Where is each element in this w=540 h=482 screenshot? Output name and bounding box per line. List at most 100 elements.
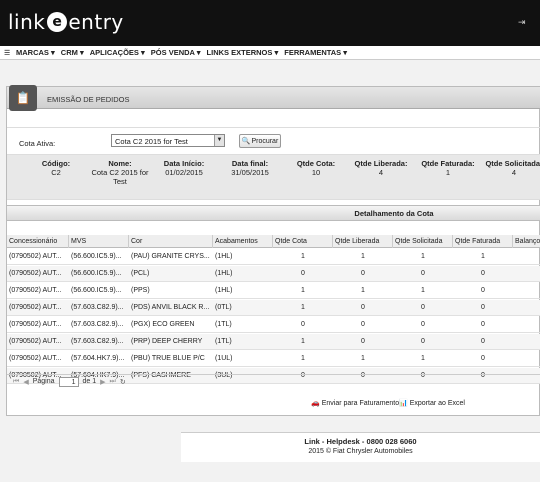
link-entry-logo[interactable]: link e entry <box>8 10 124 34</box>
table-cell: 0 <box>361 270 365 277</box>
table-cell: (1TL) <box>215 338 232 345</box>
last-page-icon[interactable]: ⏭ <box>110 378 116 386</box>
export-excel-button[interactable]: 📊 Exportar ao Excel <box>399 399 465 408</box>
grid-actions: 🚗 Enviar para Faturamento 📊 Exportar ao … <box>7 397 540 411</box>
menu-lines-icon: ☰ <box>4 48 11 57</box>
page-input[interactable]: 1 <box>58 376 79 387</box>
table-row[interactable]: (0790502) AUT... (56.600.IC5.9)... (PCL) (1… <box>7 266 540 282</box>
table-cell: (56.600.IC5.9)... <box>71 270 122 277</box>
col-acabamentos[interactable]: Acabamentos <box>213 235 273 248</box>
col-qtde-solicitada[interactable]: Qtde Solicitada <box>393 235 453 248</box>
table-cell: 1 <box>421 253 425 260</box>
col-qtde-faturada[interactable]: Qtde Faturada <box>453 235 513 248</box>
table-cell: (PCL) <box>131 270 150 277</box>
menu-item-aplicacoes[interactable]: APLICAÇÕES ▾ <box>90 48 145 57</box>
menu-item-marcas[interactable]: MARCAS ▾ <box>16 48 55 57</box>
table-cell: 0 <box>421 270 425 277</box>
orders-icon: 📋 <box>9 85 37 111</box>
chevron-down-icon[interactable]: ▼ <box>214 135 224 146</box>
cota-summary: Código: C2 Nome: Cota C2 2015 for Test Data… <box>7 154 540 200</box>
col-qtde-cota[interactable]: Qtde Cota <box>273 235 333 248</box>
summary-qtde-solicitada: Qtde Solicitada: 4 <box>485 159 540 177</box>
prev-page-icon[interactable]: ◀ <box>23 378 28 386</box>
car-icon: 🚗 <box>311 400 320 407</box>
excel-icon: 📊 <box>399 400 408 407</box>
refresh-icon[interactable]: ↻ <box>120 378 126 386</box>
table-cell: 1 <box>301 355 305 362</box>
menu-item-links-externos[interactable]: LINKS EXTERNOS ▾ <box>207 48 279 57</box>
filter-section: Cota Ativa: Cota C2 2015 for Test ▼ 🔍 Pr… <box>7 127 540 239</box>
table-cell: 1 <box>301 304 305 311</box>
logo-e-mark: e <box>47 12 68 32</box>
table-cell: 0 <box>361 338 365 345</box>
table-cell: 1 <box>301 287 305 294</box>
table-row[interactable]: (0790502) AUT... (56.600.IC5.9)... (PPS) (1… <box>7 283 540 299</box>
table-cell: (0TL) <box>215 304 232 311</box>
table-cell: 0 <box>481 355 485 362</box>
table-cell: (PPS) <box>131 287 150 294</box>
col-cor[interactable]: Cor <box>129 235 213 248</box>
table-cell: (PBU) TRUE BLUE P/C <box>131 355 205 362</box>
table-cell: 1 <box>361 253 365 260</box>
table-cell: (PRP) DEEP CHERRY <box>131 338 203 345</box>
table-row[interactable]: (0790502) AUT... (57.603.C82.9)... (PGX) E… <box>7 317 540 333</box>
orders-panel: 📋 EMISSÃO DE PEDIDOS Cota Ativa: Cota C2… <box>6 85 540 416</box>
table-cell: 1 <box>421 287 425 294</box>
menu-item-pos-venda[interactable]: PÓS VENDA ▾ <box>151 48 201 57</box>
table-cell: 0 <box>361 321 365 328</box>
table-cell: (57.603.C82.9)... <box>71 321 124 328</box>
table-cell: 1 <box>301 253 305 260</box>
table-cell: (57.603.C82.9)... <box>71 304 124 311</box>
summary-nome: Nome: Cota C2 2015 for Test <box>91 159 149 186</box>
table-cell: (0790502) AUT... <box>9 321 62 328</box>
top-bar: link e entry ⇥ <box>0 0 540 46</box>
table-cell: 1 <box>361 355 365 362</box>
grid-title: Detalhamento da Cota <box>7 205 540 221</box>
table-cell: (57.604.HK7.9)... <box>71 355 125 362</box>
table-row[interactable]: (0790502) AUT... (57.604.HK7.9)... (PBU) T… <box>7 351 540 367</box>
table-cell: 0 <box>421 321 425 328</box>
summary-codigo: Código: C2 <box>41 159 71 177</box>
summary-qtde-cota: Qtde Cota: 10 <box>296 159 336 177</box>
table-cell: (0790502) AUT... <box>9 270 62 277</box>
helpdesk-text: Link - Helpdesk - 0800 028 6060 <box>304 437 417 446</box>
table-row[interactable]: (0790502) AUT... (57.603.C82.9)... (PRP) D… <box>7 334 540 350</box>
table-cell: 0 <box>481 270 485 277</box>
cota-select[interactable]: Cota C2 2015 for Test ▼ <box>111 134 225 147</box>
summary-data-inicio: Data Início: 01/02/2015 <box>163 159 205 177</box>
table-cell: (1HL) <box>215 253 233 260</box>
next-page-icon[interactable]: ▶ <box>100 378 105 386</box>
panel-title: EMISSÃO DE PEDIDOS <box>47 95 130 104</box>
table-cell: (0790502) AUT... <box>9 287 62 294</box>
table-row[interactable]: (0790502) AUT... (57.603.C82.9)... (PDS) A… <box>7 300 540 316</box>
grid-header: Concessionário MVS Cor Acabamentos Qtde … <box>7 235 540 248</box>
first-page-icon[interactable]: ⏮ <box>13 378 19 386</box>
col-balanco[interactable]: Balanço <box>513 235 540 248</box>
table-cell: 0 <box>301 321 305 328</box>
send-billing-button[interactable]: 🚗 Enviar para Faturamento <box>311 399 399 408</box>
col-concessionario[interactable]: Concessionário <box>7 235 69 248</box>
table-cell: 1 <box>301 338 305 345</box>
page-of-label: de 1 <box>82 378 97 385</box>
table-cell: (PAU) GRANITE CRYS... <box>131 253 210 260</box>
search-button[interactable]: 🔍 Procurar <box>239 134 281 148</box>
col-mvs[interactable]: MVS <box>69 235 129 248</box>
main-menu: ☰ MARCAS ▾ CRM ▾ APLICAÇÕES ▾ PÓS VENDA … <box>0 46 540 60</box>
table-cell: (1UL) <box>215 355 233 362</box>
copyright-text: 2015 © Fiat Chrysler Automobiles <box>308 448 413 455</box>
table-cell: 0 <box>481 321 485 328</box>
summary-qtde-liberada: Qtde Liberada: 4 <box>354 159 408 177</box>
menu-item-ferramentas[interactable]: FERRAMENTAS ▾ <box>284 48 347 57</box>
col-qtde-liberada[interactable]: Qtde Liberada <box>333 235 393 248</box>
table-cell: (0790502) AUT... <box>9 355 62 362</box>
table-cell: (0790502) AUT... <box>9 304 62 311</box>
summary-data-final: Data final: 31/05/2015 <box>231 159 269 177</box>
table-cell: (56.600.IC5.9)... <box>71 253 122 260</box>
exit-icon[interactable]: ⇥ <box>518 18 528 28</box>
table-cell: 0 <box>361 304 365 311</box>
logo-text-entry: entry <box>68 10 124 34</box>
table-cell: 0 <box>421 304 425 311</box>
menu-item-crm[interactable]: CRM ▾ <box>61 48 84 57</box>
table-row[interactable]: (0790502) AUT... (56.600.IC5.9)... (PAU) G… <box>7 249 540 265</box>
logo-text-link: link <box>8 10 46 34</box>
